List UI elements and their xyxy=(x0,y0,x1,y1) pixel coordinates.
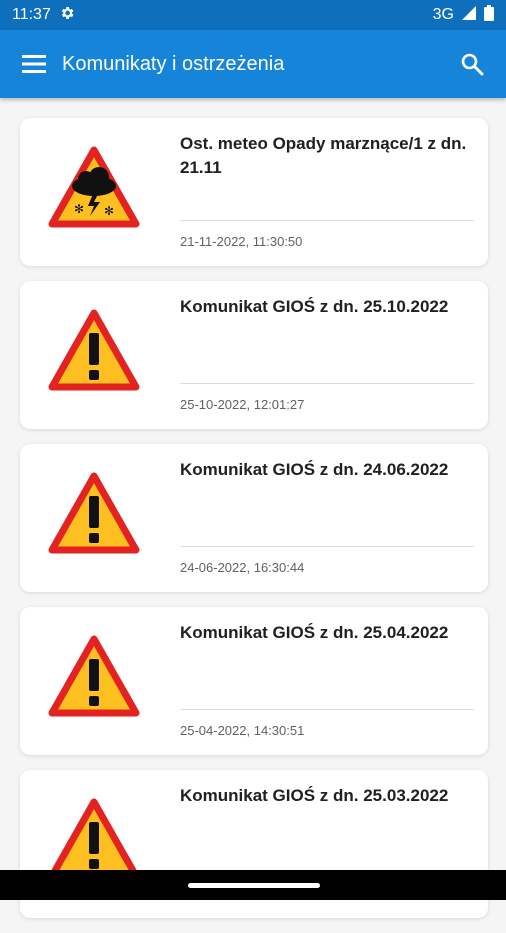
divider xyxy=(180,709,474,710)
battery-icon xyxy=(484,4,494,26)
item-title: Komunikat GIOŚ z dn. 24.06.2022 xyxy=(180,460,449,479)
item-title: Komunikat GIOŚ z dn. 25.03.2022 xyxy=(180,786,449,805)
navigation-bar xyxy=(0,870,506,900)
item-title: Komunikat GIOŚ z dn. 25.10.2022 xyxy=(180,297,449,316)
status-time: 11:37 xyxy=(12,6,51,23)
warning-icon xyxy=(48,472,140,554)
list-item[interactable]: Komunikat GIOŚ z dn. 25.04.2022 25-04-20… xyxy=(20,607,488,755)
search-icon[interactable] xyxy=(456,48,488,80)
item-date: 24-06-2022, 16:30:44 xyxy=(180,560,305,575)
item-date: 25-04-2022, 14:30:51 xyxy=(180,723,305,738)
svg-text:✻: ✻ xyxy=(104,204,114,218)
settings-gear-icon xyxy=(59,5,75,26)
storm-warning-icon: ✻ ✻ xyxy=(48,146,140,228)
item-title: Komunikat GIOŚ z dn. 25.04.2022 xyxy=(180,623,449,642)
menu-icon[interactable] xyxy=(20,50,48,78)
home-gesture-handle[interactable] xyxy=(188,883,320,888)
warning-icon xyxy=(48,309,140,391)
warning-icon xyxy=(48,635,140,717)
svg-text:✻: ✻ xyxy=(74,202,84,216)
signal-icon xyxy=(462,5,476,25)
page-title: Komunikaty i ostrzeżenia xyxy=(62,52,285,75)
divider xyxy=(180,546,474,547)
announcement-list: ✻ ✻ Ost. meteo Opady marznące/1 z dn. 21… xyxy=(20,118,488,933)
item-date: 21-11-2022, 11:30:50 xyxy=(180,234,303,249)
divider xyxy=(180,220,474,221)
list-item[interactable]: Komunikat GIOŚ z dn. 24.06.2022 24-06-20… xyxy=(20,444,488,592)
list-item[interactable]: Komunikat GIOŚ z dn. 25.10.2022 25-10-20… xyxy=(20,281,488,429)
item-title: Ost. meteo Opady marznące/1 z dn. 21.11 xyxy=(180,134,467,177)
network-type: 3G xyxy=(432,6,454,23)
item-date: 25-10-2022, 12:01:27 xyxy=(180,397,305,412)
list-item[interactable]: ✻ ✻ Ost. meteo Opady marznące/1 z dn. 21… xyxy=(20,118,488,266)
divider xyxy=(180,383,474,384)
app-bar: Komunikaty i ostrzeżenia xyxy=(0,30,506,98)
status-bar: 11:37 3G xyxy=(0,0,506,30)
